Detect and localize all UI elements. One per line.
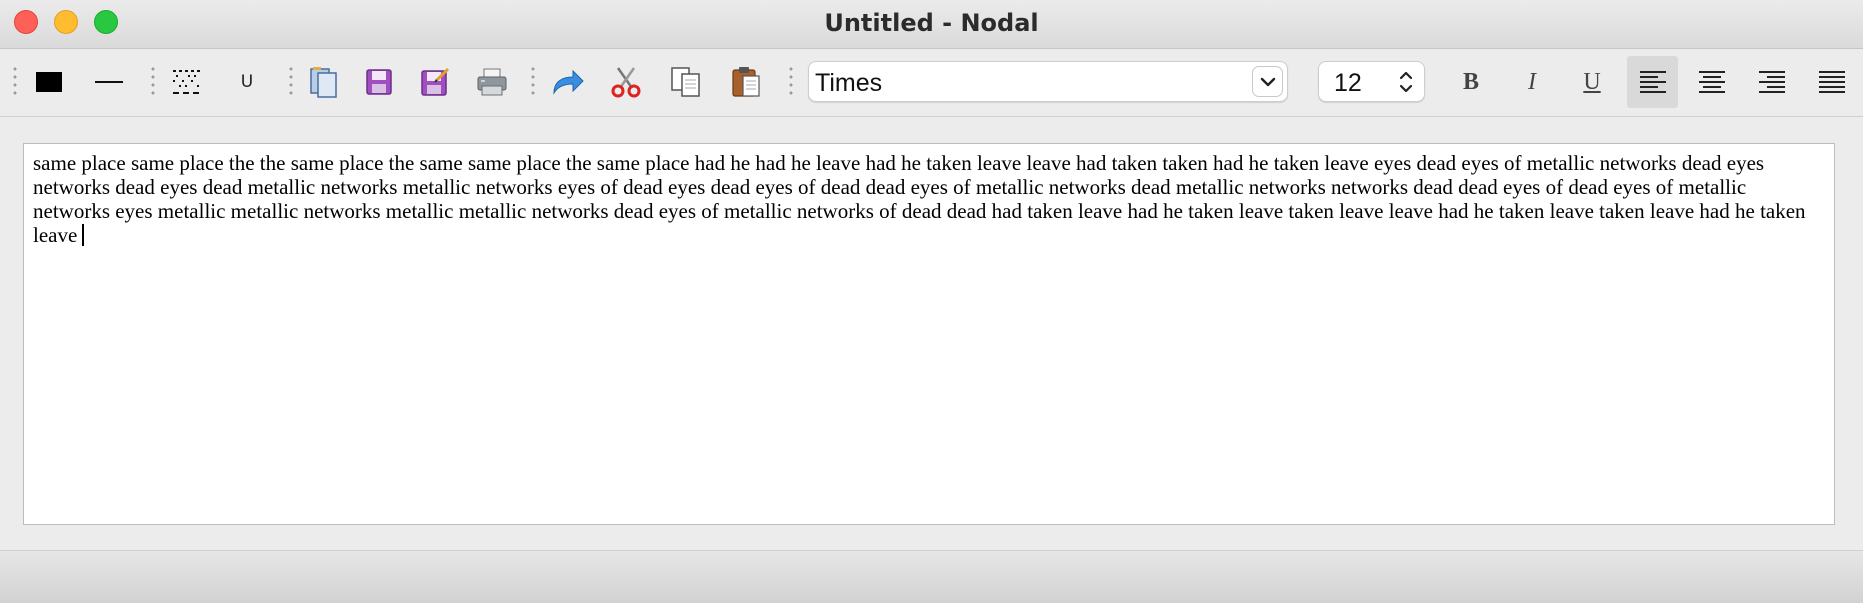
save-as-icon: [421, 67, 450, 96]
paste-button[interactable]: [724, 62, 768, 102]
status-bar: [0, 551, 1863, 603]
cut-button[interactable]: [604, 62, 648, 102]
italic-button[interactable]: I: [1510, 62, 1554, 102]
toolbar-grip[interactable]: [13, 65, 17, 99]
cut-icon: [611, 67, 641, 98]
align-center-button[interactable]: [1690, 62, 1734, 102]
justify-icon: [1819, 71, 1845, 93]
underline-style-icon: U: [240, 72, 254, 92]
fill-color-button[interactable]: [27, 62, 71, 102]
editor-content[interactable]: same place same place the the same place…: [33, 151, 1822, 247]
align-left-button[interactable]: [1627, 56, 1678, 108]
title-bar: Untitled - Nodal: [0, 0, 1863, 49]
toolbar: U Times 12 B I U: [0, 49, 1863, 117]
chevron-down-icon[interactable]: [1252, 66, 1283, 97]
italic-icon: I: [1528, 68, 1536, 95]
toolbar-grip[interactable]: [289, 65, 293, 99]
align-center-icon: [1699, 71, 1725, 93]
font-family-select[interactable]: Times: [808, 61, 1288, 102]
dotted-pattern-button[interactable]: [164, 62, 208, 102]
line-style-icon: [95, 81, 123, 83]
toolbar-grip[interactable]: [531, 65, 535, 99]
new-document-button[interactable]: [302, 62, 346, 102]
save-as-button[interactable]: [413, 62, 457, 102]
align-right-button[interactable]: [1750, 62, 1794, 102]
copy-button[interactable]: [664, 62, 708, 102]
print-button[interactable]: [470, 62, 514, 102]
underline-icon: U: [1583, 68, 1601, 95]
font-size-stepper[interactable]: 12: [1318, 61, 1425, 102]
font-size-value: 12: [1334, 69, 1362, 97]
redo-icon: [553, 69, 584, 95]
underline-button[interactable]: U: [1570, 62, 1614, 102]
underline-style-button[interactable]: U: [225, 62, 269, 102]
new-document-icon: [310, 67, 337, 98]
window-title: Untitled - Nodal: [824, 9, 1039, 37]
align-right-icon: [1759, 71, 1785, 93]
fill-color-icon: [36, 72, 62, 92]
toolbar-grip[interactable]: [151, 65, 155, 99]
dotted-pattern-icon: [173, 70, 200, 94]
stepper-arrows-icon[interactable]: [1398, 69, 1414, 95]
bold-icon: B: [1462, 68, 1479, 95]
save-button[interactable]: [357, 62, 401, 102]
toolbar-grip[interactable]: [789, 65, 793, 99]
bold-button[interactable]: B: [1449, 62, 1493, 102]
line-style-button[interactable]: [87, 62, 131, 102]
align-left-icon: [1639, 71, 1666, 93]
document-text: same place same place the the same place…: [33, 151, 1806, 247]
copy-icon: [671, 67, 700, 97]
paste-icon: [732, 67, 760, 97]
text-cursor: [82, 224, 85, 246]
text-editor[interactable]: same place same place the the same place…: [23, 143, 1835, 525]
redo-button[interactable]: [546, 62, 590, 102]
save-icon: [366, 69, 392, 95]
print-icon: [477, 68, 507, 96]
font-family-value: Times: [815, 69, 883, 97]
justify-button[interactable]: [1810, 62, 1854, 102]
